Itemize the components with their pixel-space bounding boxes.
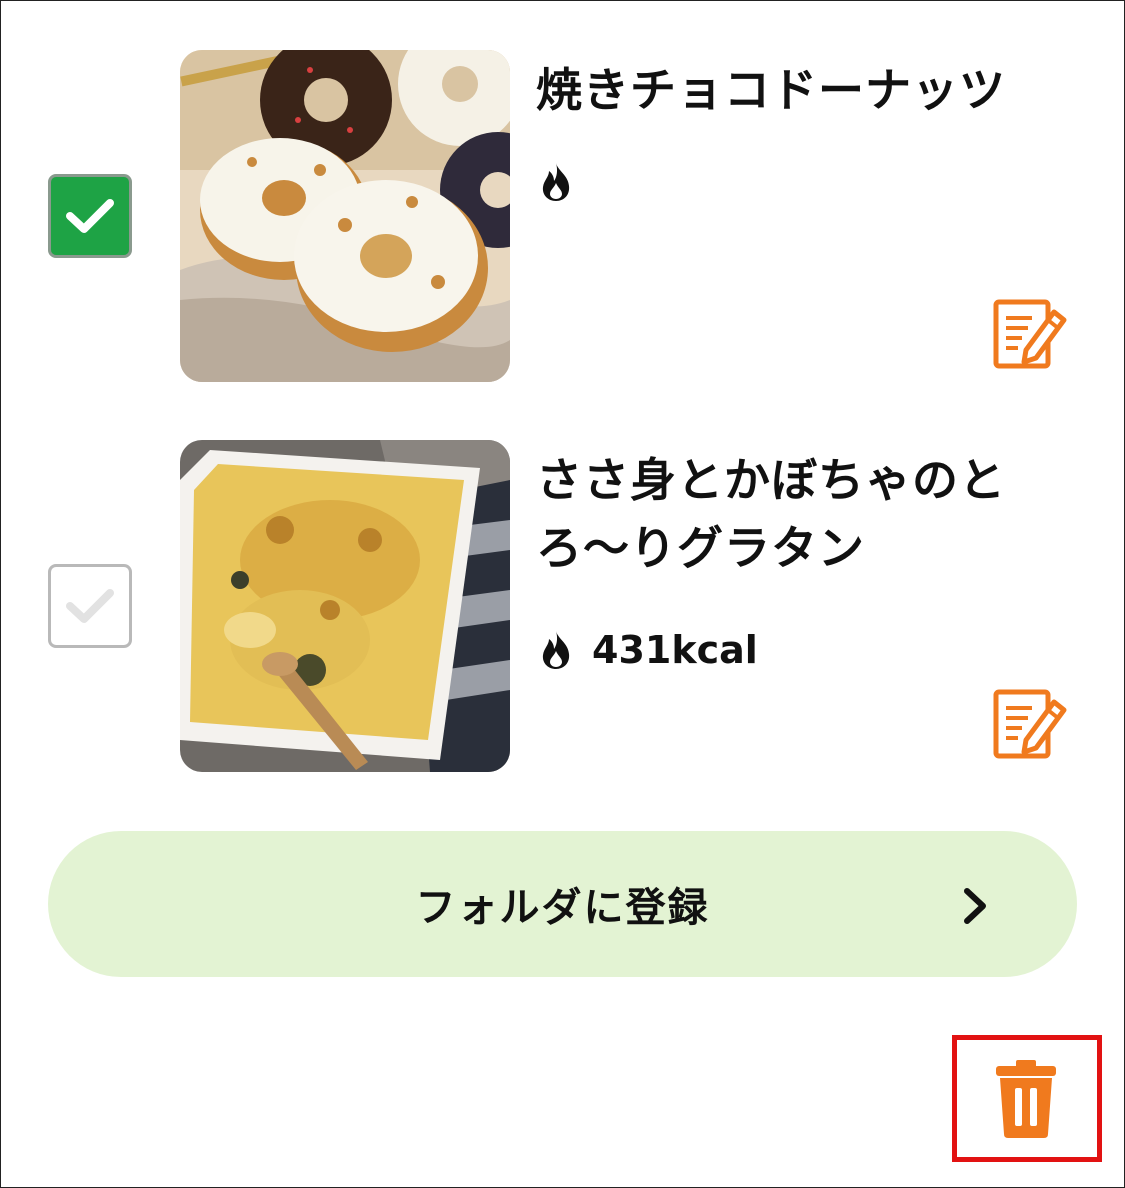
recipe-title[interactable]: ささ身とかぼちゃのとろ〜りグラタン [536, 446, 1076, 582]
checkmark-icon [66, 589, 114, 623]
delete-button[interactable] [994, 1060, 1058, 1138]
chocolate-donuts-photo [180, 50, 510, 382]
recipe-list-item: 焼きチョコドーナッツ [0, 50, 1125, 382]
trash-icon [996, 1060, 1056, 1138]
calorie-info [538, 162, 592, 202]
chevron-right-icon [964, 888, 986, 924]
select-checkbox[interactable] [48, 564, 132, 648]
select-checkbox[interactable] [48, 174, 132, 258]
chicken-pumpkin-gratin-photo [180, 440, 510, 772]
flame-icon [542, 163, 570, 201]
register-to-folder-label: フォルダに登録 [415, 885, 710, 931]
memo-edit-icon [993, 689, 1067, 759]
memo-edit-button[interactable] [990, 684, 1070, 764]
recipe-title[interactable]: 焼きチョコドーナッツ [536, 56, 1076, 124]
flame-icon [542, 631, 570, 669]
recipe-thumbnail[interactable] [180, 50, 510, 382]
checkmark-icon [66, 199, 114, 233]
memo-edit-icon [993, 299, 1067, 369]
register-to-folder-button[interactable]: フォルダに登録 [48, 831, 1077, 977]
calorie-info: 431kcal [538, 628, 758, 672]
calorie-value: 431kcal [592, 628, 758, 672]
recipe-thumbnail[interactable] [180, 440, 510, 772]
recipe-list-item: ささ身とかぼちゃのとろ〜りグラタン 431kcal [0, 440, 1125, 772]
memo-edit-button[interactable] [990, 294, 1070, 374]
